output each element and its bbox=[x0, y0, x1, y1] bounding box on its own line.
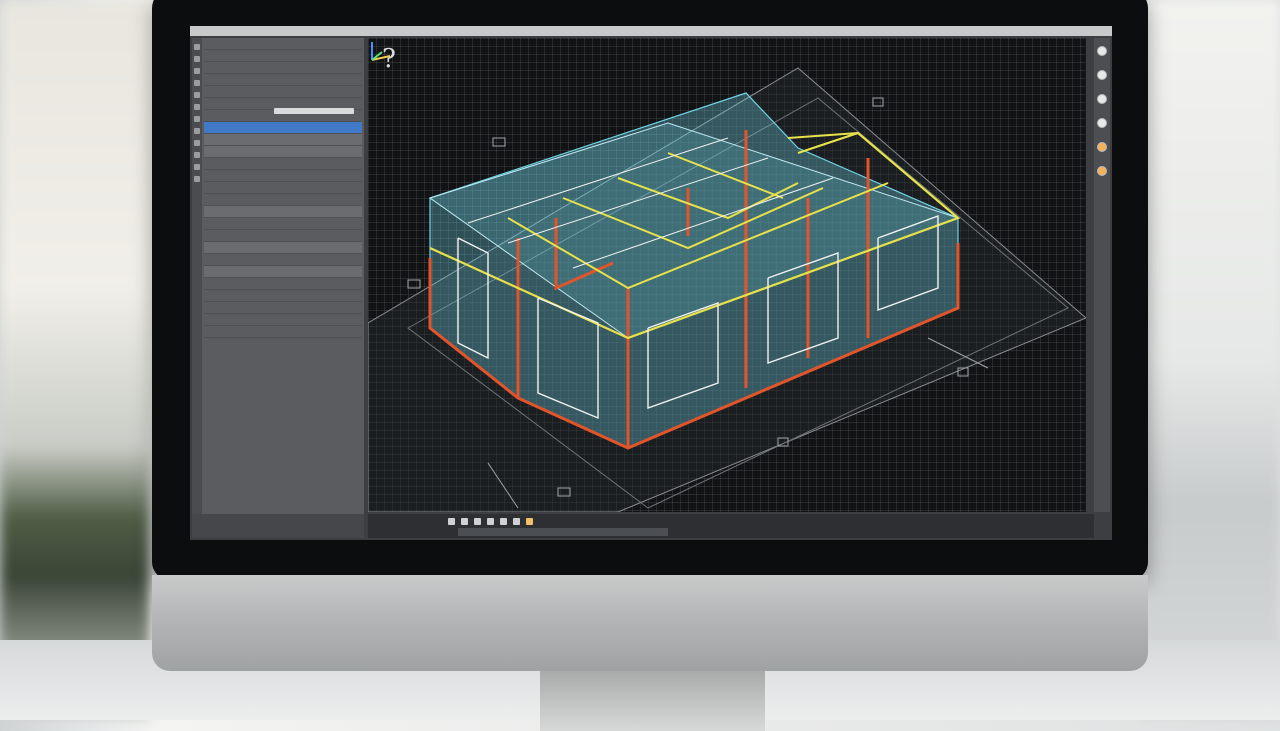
roof-tool-icon[interactable] bbox=[194, 128, 200, 134]
property-row[interactable] bbox=[204, 218, 362, 230]
property-row[interactable] bbox=[204, 170, 362, 182]
panel-icon-strip bbox=[192, 38, 202, 526]
undo-icon[interactable] bbox=[448, 517, 455, 525]
value-field[interactable] bbox=[274, 108, 354, 114]
rotate-tool-icon[interactable] bbox=[194, 68, 200, 74]
property-row[interactable] bbox=[204, 182, 362, 194]
property-row[interactable] bbox=[204, 38, 362, 50]
property-row[interactable] bbox=[204, 62, 362, 74]
property-row[interactable] bbox=[204, 50, 362, 62]
property-row[interactable] bbox=[204, 146, 362, 158]
property-row[interactable] bbox=[204, 158, 362, 170]
title-bar bbox=[190, 26, 1112, 36]
property-row-selected[interactable] bbox=[204, 122, 362, 134]
background-wall bbox=[1140, 0, 1280, 720]
dimension-tool-icon[interactable] bbox=[194, 176, 200, 182]
column-tool-icon[interactable] bbox=[194, 152, 200, 158]
properties-panel bbox=[192, 38, 364, 538]
3d-viewport[interactable]: ? bbox=[368, 38, 1086, 512]
property-row[interactable] bbox=[204, 134, 362, 146]
orbit-icon[interactable] bbox=[1097, 46, 1107, 56]
building-wireframe bbox=[368, 67, 1086, 512]
scale-tool-icon[interactable] bbox=[194, 80, 200, 86]
monitor-stand bbox=[540, 671, 765, 731]
ortho-icon[interactable] bbox=[500, 517, 507, 525]
wall-tool-icon[interactable] bbox=[194, 92, 200, 98]
property-row[interactable] bbox=[204, 242, 362, 254]
property-row[interactable] bbox=[204, 326, 362, 338]
axis-gizmo-icon[interactable] bbox=[368, 38, 394, 64]
view-toolbar bbox=[1094, 38, 1110, 512]
property-row[interactable] bbox=[204, 302, 362, 314]
command-line[interactable] bbox=[458, 528, 668, 536]
property-row[interactable] bbox=[204, 254, 362, 266]
zoom-icon[interactable] bbox=[1097, 94, 1107, 104]
panel-footer bbox=[192, 514, 364, 538]
property-row[interactable] bbox=[204, 194, 362, 206]
property-row[interactable] bbox=[204, 74, 362, 86]
redo-icon[interactable] bbox=[461, 517, 468, 525]
grid-icon[interactable] bbox=[487, 517, 494, 525]
sun-icon[interactable] bbox=[1097, 142, 1107, 152]
status-bar bbox=[368, 514, 1094, 538]
view-cube-icon[interactable] bbox=[1097, 118, 1107, 128]
slab-tool-icon[interactable] bbox=[194, 164, 200, 170]
move-tool-icon[interactable] bbox=[194, 56, 200, 62]
bottom-tool-strip bbox=[448, 517, 533, 525]
property-row[interactable] bbox=[204, 314, 362, 326]
layer-icon[interactable] bbox=[526, 517, 533, 525]
pan-icon[interactable] bbox=[1097, 70, 1107, 80]
snap-icon[interactable] bbox=[474, 517, 481, 525]
door-tool-icon[interactable] bbox=[194, 104, 200, 110]
property-row[interactable] bbox=[204, 278, 362, 290]
property-row[interactable] bbox=[204, 206, 362, 218]
measure-icon[interactable] bbox=[513, 517, 520, 525]
monitor-chin bbox=[152, 575, 1148, 671]
background-window bbox=[0, 0, 150, 720]
property-row[interactable] bbox=[204, 86, 362, 98]
property-row[interactable] bbox=[204, 290, 362, 302]
render-icon[interactable] bbox=[1097, 166, 1107, 176]
property-row[interactable] bbox=[204, 266, 362, 278]
property-row[interactable] bbox=[204, 230, 362, 242]
window-tool-icon[interactable] bbox=[194, 116, 200, 122]
select-tool-icon[interactable] bbox=[194, 44, 200, 50]
cad-application-window: ? bbox=[190, 26, 1112, 540]
stair-tool-icon[interactable] bbox=[194, 140, 200, 146]
